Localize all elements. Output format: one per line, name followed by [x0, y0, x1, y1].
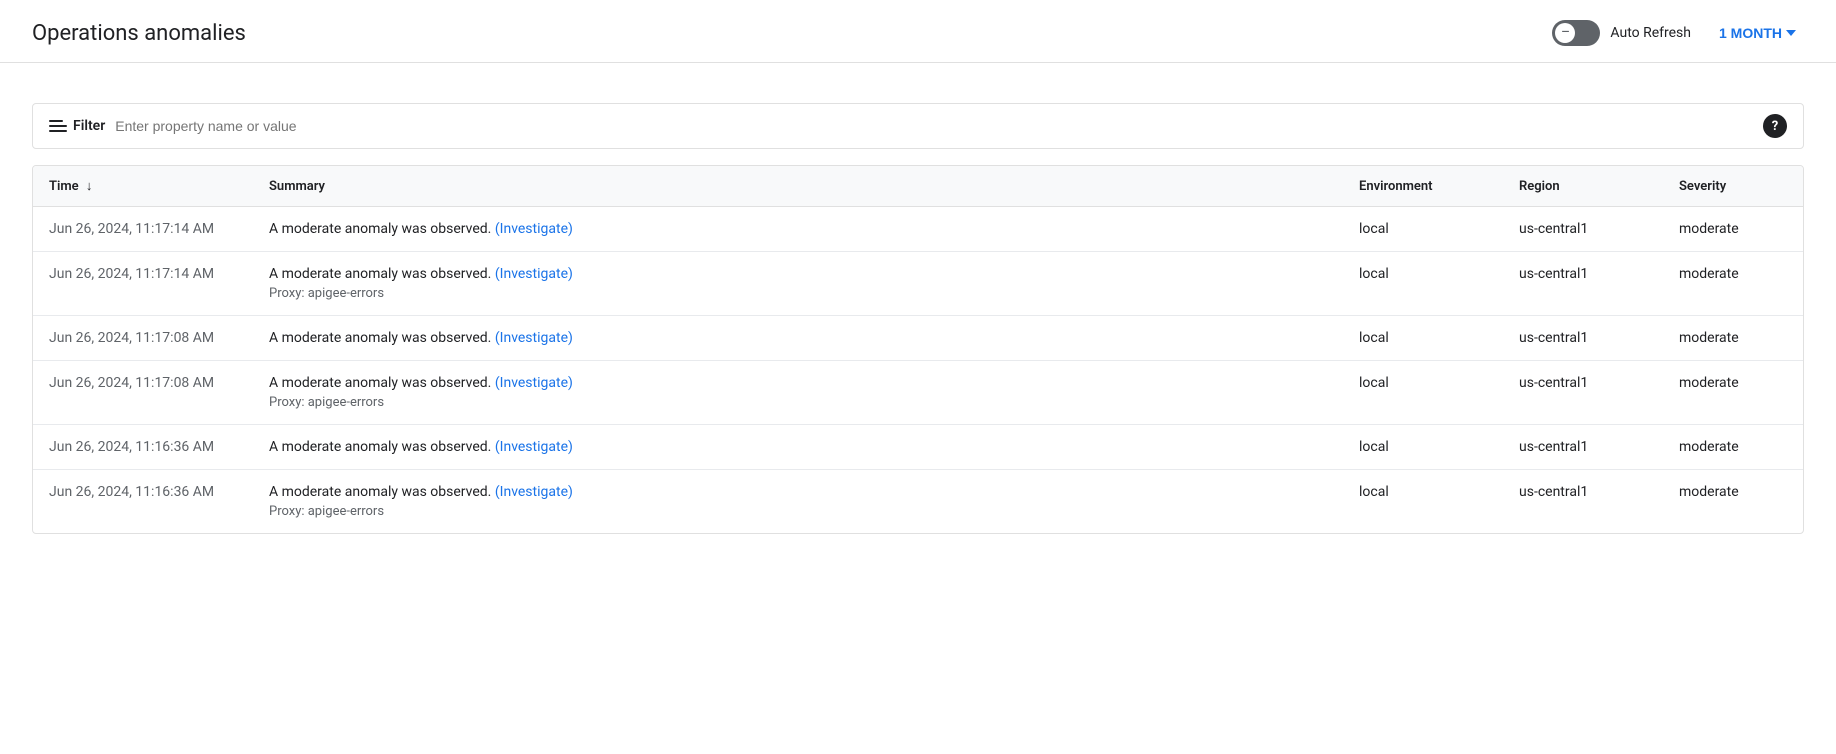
table-header: Time ↓ Summary Environment Region Severi…: [33, 166, 1803, 207]
filter-section: Filter ?: [32, 87, 1804, 149]
cell-summary: A moderate anomaly was observed. (Invest…: [253, 425, 1343, 470]
main-content: Filter ? Time ↓ Summary Enviro: [0, 63, 1836, 558]
col-severity-label: Severity: [1679, 179, 1726, 194]
proxy-label: Proxy: apigee-errors: [269, 504, 1327, 519]
cell-time: Jun 26, 2024, 11:16:36 AM: [33, 470, 253, 534]
summary-text: A moderate anomaly was observed. (Invest…: [269, 375, 573, 391]
cell-region: us-central1: [1503, 316, 1663, 361]
cell-summary: A moderate anomaly was observed. (Invest…: [253, 207, 1343, 252]
auto-refresh-container: Auto Refresh: [1552, 20, 1691, 46]
hamburger-line-3: [49, 130, 67, 132]
cell-summary: A moderate anomaly was observed. (Invest…: [253, 252, 1343, 316]
auto-refresh-toggle[interactable]: [1552, 20, 1600, 46]
page-header: Operations anomalies Auto Refresh 1 MONT…: [0, 0, 1836, 63]
filter-icon: [49, 120, 67, 132]
investigate-link[interactable]: (Investigate): [495, 484, 573, 500]
cell-time: Jun 26, 2024, 11:17:08 AM: [33, 361, 253, 425]
help-icon[interactable]: ?: [1763, 114, 1787, 138]
table-row: Jun 26, 2024, 11:17:08 AM A moderate anom…: [33, 316, 1803, 361]
col-header-severity: Severity: [1663, 166, 1803, 207]
proxy-label: Proxy: apigee-errors: [269, 395, 1327, 410]
col-summary-label: Summary: [269, 179, 325, 194]
investigate-link[interactable]: (Investigate): [495, 221, 573, 237]
col-header-summary: Summary: [253, 166, 1343, 207]
cell-severity: moderate: [1663, 316, 1803, 361]
cell-severity: moderate: [1663, 361, 1803, 425]
time-range-button[interactable]: 1 MONTH: [1711, 21, 1804, 45]
cell-environment: local: [1343, 361, 1503, 425]
cell-severity: moderate: [1663, 207, 1803, 252]
investigate-link[interactable]: (Investigate): [495, 375, 573, 391]
cell-time: Jun 26, 2024, 11:17:14 AM: [33, 252, 253, 316]
investigate-link[interactable]: (Investigate): [495, 439, 573, 455]
table-row: Jun 26, 2024, 11:17:14 AM A moderate anom…: [33, 207, 1803, 252]
cell-environment: local: [1343, 207, 1503, 252]
filter-input[interactable]: [115, 118, 1763, 134]
cell-region: us-central1: [1503, 470, 1663, 534]
filter-left: Filter: [49, 118, 1763, 134]
col-environment-label: Environment: [1359, 179, 1433, 194]
time-range-label: 1 MONTH: [1719, 25, 1782, 41]
col-header-time[interactable]: Time ↓: [33, 166, 253, 207]
chevron-down-icon: [1786, 30, 1796, 36]
col-header-region: Region: [1503, 166, 1663, 207]
cell-time: Jun 26, 2024, 11:17:14 AM: [33, 207, 253, 252]
sort-down-icon: ↓: [86, 178, 93, 194]
table-row: Jun 26, 2024, 11:16:36 AM A moderate anom…: [33, 425, 1803, 470]
table-body: Jun 26, 2024, 11:17:14 AM A moderate anom…: [33, 207, 1803, 534]
hamburger-line-1: [49, 120, 63, 122]
anomalies-table-wrapper: Time ↓ Summary Environment Region Severi…: [32, 165, 1804, 534]
cell-region: us-central1: [1503, 207, 1663, 252]
toggle-track[interactable]: [1552, 20, 1600, 46]
cell-region: us-central1: [1503, 361, 1663, 425]
proxy-label: Proxy: apigee-errors: [269, 286, 1327, 301]
page-title: Operations anomalies: [32, 21, 246, 46]
table-row: Jun 26, 2024, 11:17:14 AM A moderate anom…: [33, 252, 1803, 316]
investigate-link[interactable]: (Investigate): [495, 266, 573, 282]
summary-text: A moderate anomaly was observed. (Invest…: [269, 330, 573, 346]
cell-summary: A moderate anomaly was observed. (Invest…: [253, 361, 1343, 425]
cell-summary: A moderate anomaly was observed. (Invest…: [253, 316, 1343, 361]
summary-text: A moderate anomaly was observed. (Invest…: [269, 484, 573, 500]
summary-text: A moderate anomaly was observed. (Invest…: [269, 439, 573, 455]
toggle-thumb: [1555, 23, 1575, 43]
table-row: Jun 26, 2024, 11:17:08 AM A moderate anom…: [33, 361, 1803, 425]
auto-refresh-label: Auto Refresh: [1610, 25, 1691, 41]
col-region-label: Region: [1519, 179, 1560, 194]
filter-bar: Filter ?: [32, 103, 1804, 149]
cell-severity: moderate: [1663, 470, 1803, 534]
col-time-label: Time: [49, 179, 79, 194]
cell-environment: local: [1343, 470, 1503, 534]
cell-time: Jun 26, 2024, 11:17:08 AM: [33, 316, 253, 361]
table-header-row: Time ↓ Summary Environment Region Severi…: [33, 166, 1803, 207]
cell-environment: local: [1343, 425, 1503, 470]
header-controls: Auto Refresh 1 MONTH: [1552, 20, 1804, 46]
cell-region: us-central1: [1503, 252, 1663, 316]
cell-region: us-central1: [1503, 425, 1663, 470]
filter-button[interactable]: Filter: [49, 118, 105, 134]
summary-text: A moderate anomaly was observed. (Invest…: [269, 266, 573, 282]
cell-severity: moderate: [1663, 425, 1803, 470]
investigate-link[interactable]: (Investigate): [495, 330, 573, 346]
summary-text: A moderate anomaly was observed. (Invest…: [269, 221, 573, 237]
cell-environment: local: [1343, 316, 1503, 361]
hamburger-line-2: [49, 125, 67, 127]
anomalies-table: Time ↓ Summary Environment Region Severi…: [33, 166, 1803, 533]
cell-summary: A moderate anomaly was observed. (Invest…: [253, 470, 1343, 534]
cell-time: Jun 26, 2024, 11:16:36 AM: [33, 425, 253, 470]
filter-label: Filter: [73, 118, 105, 134]
cell-environment: local: [1343, 252, 1503, 316]
cell-severity: moderate: [1663, 252, 1803, 316]
col-header-environment: Environment: [1343, 166, 1503, 207]
table-row: Jun 26, 2024, 11:16:36 AM A moderate anom…: [33, 470, 1803, 534]
